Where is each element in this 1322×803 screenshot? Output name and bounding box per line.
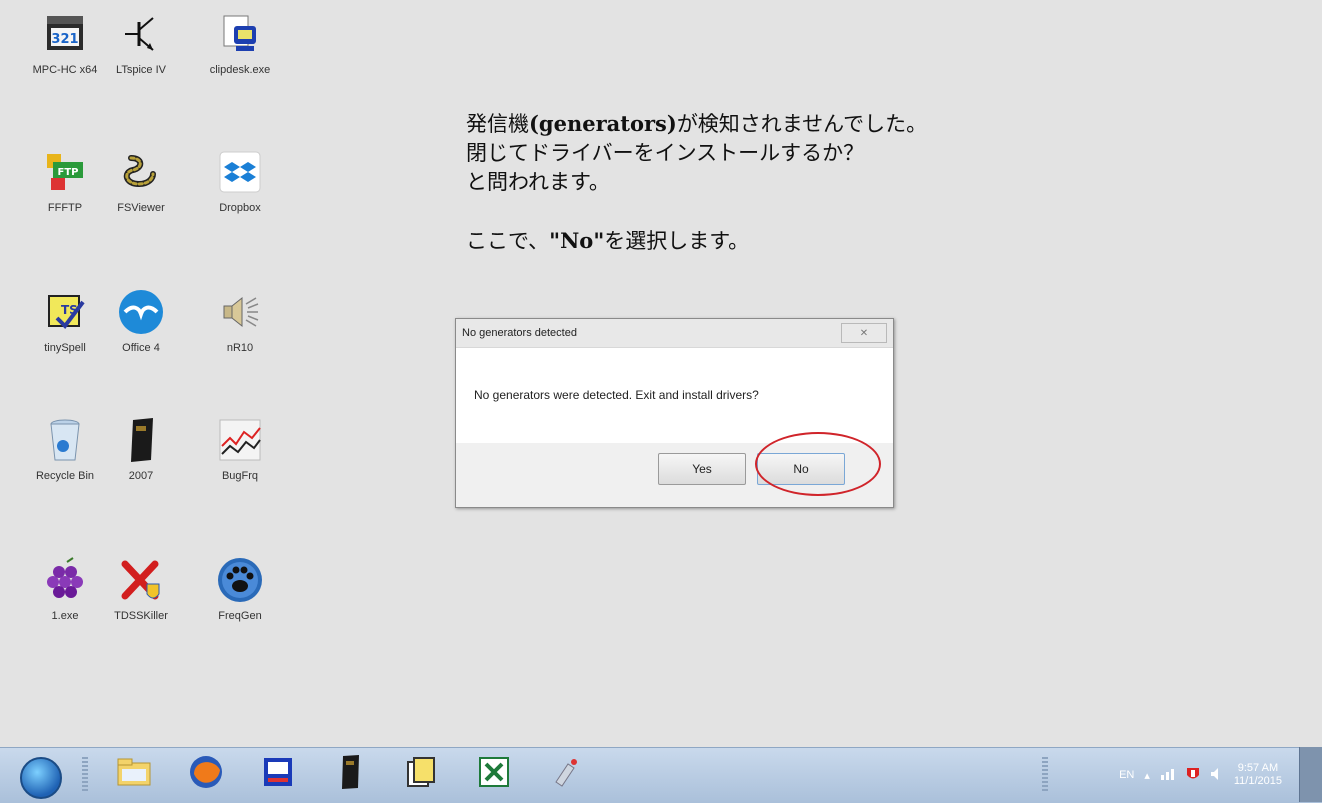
taskbar-app[interactable] xyxy=(252,753,304,795)
note-text: ここで、 xyxy=(466,229,550,253)
taskbar-excel[interactable] xyxy=(468,753,520,795)
security-shield-icon[interactable] xyxy=(1186,766,1200,785)
close-icon: ✕ xyxy=(859,327,869,339)
desktop-icon-freqgen[interactable]: FreqGen xyxy=(195,556,285,622)
icon-label: LTspice IV xyxy=(116,64,166,76)
note-text: が検知されませんでした。 xyxy=(676,112,928,136)
note-bold-text: "No" xyxy=(549,228,605,253)
snake-icon xyxy=(117,148,165,196)
grapes-icon xyxy=(41,556,89,604)
excel-icon xyxy=(478,756,510,792)
note-line-1: 発信機(generators)が検知されませんでした。 xyxy=(466,109,927,139)
icon-label: Dropbox xyxy=(219,202,261,214)
show-hidden-icons[interactable]: ▴ xyxy=(1144,769,1150,782)
taskbar-firefox[interactable] xyxy=(180,753,232,795)
dialog-title-bar[interactable]: No generators detected ✕ xyxy=(456,319,893,348)
documents-icon xyxy=(404,754,440,794)
spellcheck-icon: TS xyxy=(41,288,89,336)
media-player-icon: 321 xyxy=(41,10,89,58)
desktop-icon-tdsskiller[interactable]: TDSSKiller xyxy=(96,556,186,622)
note-line-4: ここで、"No"を選択します。 xyxy=(466,226,927,256)
desktop-icon-ltspice[interactable]: LTspice IV xyxy=(96,10,186,76)
taskbar-paint[interactable] xyxy=(540,753,592,795)
desktop-icon-bugfrq[interactable]: BugFrq xyxy=(195,416,285,482)
tray-grip xyxy=(1042,757,1048,793)
yes-button[interactable]: Yes xyxy=(658,453,746,485)
taskbar-explorer[interactable] xyxy=(108,753,160,795)
dialog-body: No generators were detected. Exit and in… xyxy=(456,348,893,443)
icon-label: FSViewer xyxy=(117,202,165,214)
note-line-2: 閉じてドライバーをインストールするか？ xyxy=(466,141,865,165)
close-button[interactable]: ✕ xyxy=(841,323,887,343)
desktop-icon-office4[interactable]: Office 4 xyxy=(96,288,186,354)
svg-text:FTP: FTP xyxy=(58,167,79,178)
taskbar-documents[interactable] xyxy=(396,753,448,795)
taskbar-grip xyxy=(82,757,88,793)
clock[interactable]: 9:57 AM 11/1/2015 xyxy=(1234,762,1282,788)
paint-icon xyxy=(550,756,582,792)
explorer-icon xyxy=(116,757,152,791)
icon-label: TDSSKiller xyxy=(114,610,168,622)
show-desktop-button[interactable] xyxy=(1299,747,1322,802)
paw-icon xyxy=(216,556,264,604)
desktop-icon-clipdesk[interactable]: clipdesk.exe xyxy=(195,10,285,76)
icon-label: FreqGen xyxy=(218,610,262,622)
dialog-message: No generators were detected. Exit and in… xyxy=(474,388,759,402)
firefox-icon xyxy=(188,754,224,794)
clock-date: 11/1/2015 xyxy=(1233,775,1282,787)
desktop-icon-dropbox[interactable]: Dropbox xyxy=(195,148,285,214)
desktop: 321 MPC-HC x64 LTspice IV clipdesk.exe F… xyxy=(0,0,1322,747)
transistor-icon xyxy=(117,10,165,58)
icon-label: 2007 xyxy=(128,470,154,482)
desktop-icon-nr10[interactable]: nR10 xyxy=(195,288,285,354)
red-x-shield-icon xyxy=(117,556,165,604)
icon-label: Office 4 xyxy=(122,342,160,354)
desktop-icon-2007[interactable]: 2007 xyxy=(96,416,186,482)
highlight-circle xyxy=(755,432,881,496)
note-text: を選択します。 xyxy=(604,229,750,253)
svg-text:321: 321 xyxy=(51,32,78,47)
system-tray: EN ▴ 9:57 AM 11/1/2015 xyxy=(1119,757,1282,793)
volume-icon[interactable] xyxy=(1210,767,1224,784)
note-text: 発信機 xyxy=(466,112,529,136)
icon-label: BugFrq xyxy=(221,470,259,482)
network-icon[interactable] xyxy=(1160,767,1176,784)
black-book-icon xyxy=(117,416,165,464)
desktop-icon-fsviewer[interactable]: FSViewer xyxy=(96,148,186,214)
speaker-icon xyxy=(216,288,264,336)
icon-label: nR10 xyxy=(226,342,254,354)
taskbar-book[interactable] xyxy=(324,753,376,795)
start-button[interactable] xyxy=(20,757,62,799)
book-icon xyxy=(337,754,363,794)
note-bold-text: (generators) xyxy=(529,111,677,136)
seagull-icon xyxy=(117,288,165,336)
graph-icon xyxy=(216,416,264,464)
ftp-icon: FTP xyxy=(41,148,89,196)
instruction-note: 発信機(generators)が検知されませんでした。 閉じてドライバーをインス… xyxy=(466,109,927,256)
clipboard-monitor-icon xyxy=(216,10,264,58)
clock-time: 9:57 AM xyxy=(1237,762,1279,774)
dialog-title: No generators detected xyxy=(462,327,577,339)
note-line-3: と問われます。 xyxy=(466,170,610,194)
language-indicator[interactable]: EN xyxy=(1119,769,1134,781)
icon-label: clipdesk.exe xyxy=(209,64,271,76)
dropbox-icon xyxy=(216,148,264,196)
app-icon xyxy=(262,756,294,792)
recycle-bin-icon xyxy=(41,416,89,464)
